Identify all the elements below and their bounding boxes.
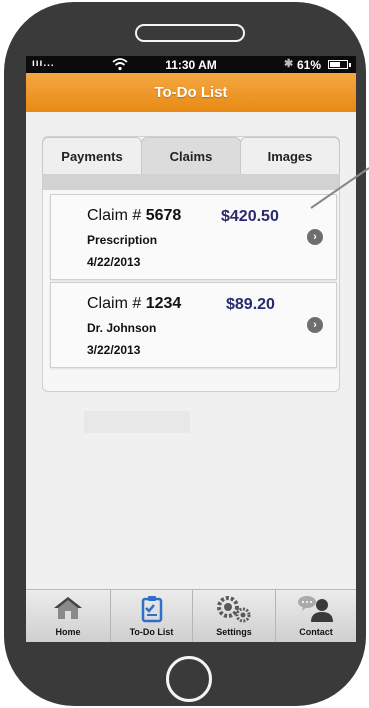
callout-pointer-line bbox=[310, 167, 369, 209]
